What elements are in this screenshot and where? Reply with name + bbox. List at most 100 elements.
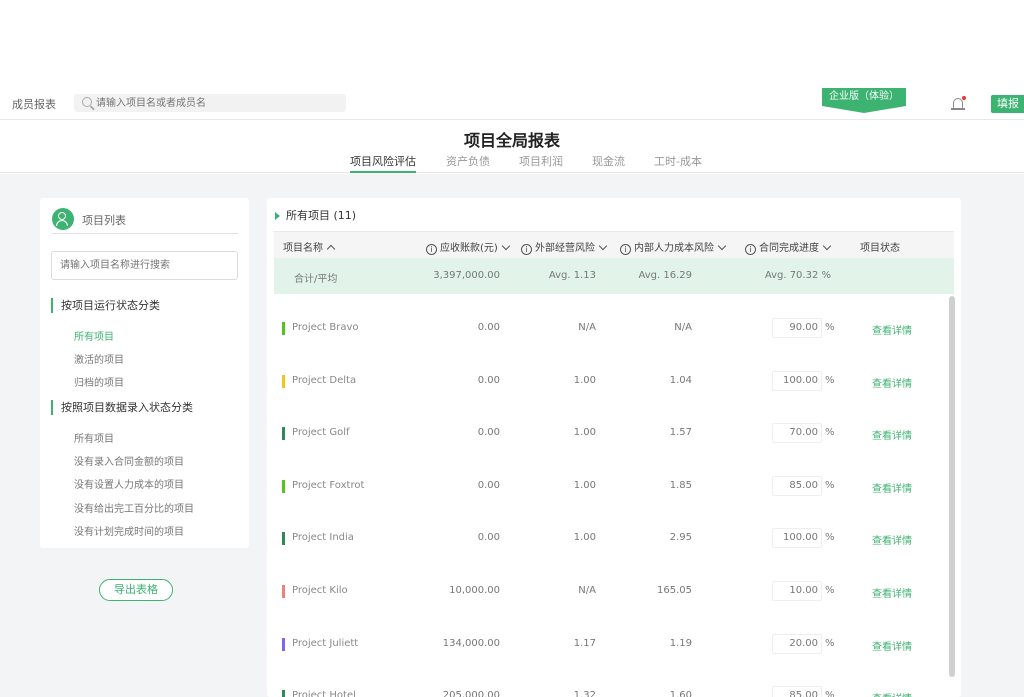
project-color-marker bbox=[282, 637, 285, 651]
external-risk-value: 1.00 bbox=[573, 374, 596, 386]
tab-cash-flow[interactable]: 现金流 bbox=[592, 153, 625, 173]
col-receivable[interactable]: i 应收账款(元) bbox=[426, 239, 511, 255]
project-name[interactable]: Project Foxtrot bbox=[292, 480, 364, 491]
global-search[interactable] bbox=[74, 94, 346, 112]
filter-no-percent[interactable]: 没有给出完工百分比的项目 bbox=[74, 500, 194, 515]
tab-project-profit[interactable]: 项目利润 bbox=[519, 153, 563, 173]
total-internal-risk: Avg. 16.29 bbox=[638, 270, 692, 281]
project-name[interactable]: Project Juliett bbox=[292, 638, 358, 649]
progress-input[interactable]: 100.00 bbox=[772, 370, 822, 391]
export-table-button[interactable]: 导出表格 bbox=[99, 579, 173, 601]
filter-all-projects-2[interactable]: 所有项目 bbox=[74, 430, 114, 445]
group-data-status: 按照项目数据录入状态分类 bbox=[51, 400, 193, 415]
total-row: 合计/平均 3,397,000.00 Avg. 1.13 Avg. 16.29 … bbox=[274, 258, 954, 294]
progress-input[interactable]: 90.00 bbox=[772, 318, 822, 338]
filter-no-contract[interactable]: 没有录入合同金额的项目 bbox=[74, 453, 184, 468]
filter-all-projects[interactable]: 所有项目 bbox=[74, 328, 114, 343]
col-progress[interactable]: i 合同完成进度 bbox=[745, 239, 832, 255]
project-name[interactable]: Project Delta bbox=[292, 375, 356, 386]
project-color-marker bbox=[282, 322, 285, 335]
view-details-link[interactable]: 查看详情 bbox=[872, 532, 912, 547]
receivable-value: 0.00 bbox=[477, 479, 500, 491]
info-icon[interactable]: i bbox=[521, 244, 532, 255]
external-risk-value: 1.00 bbox=[573, 532, 596, 544]
total-label: 合计/平均 bbox=[294, 274, 338, 285]
external-risk-value: 1.17 bbox=[573, 637, 596, 649]
project-name[interactable]: Project Kilo bbox=[292, 585, 348, 596]
percent-sign: % bbox=[825, 637, 835, 649]
percent-sign: % bbox=[825, 427, 835, 439]
table-row: Project Foxtrot 0.00 1.00 1.85 85.00% 查看详情 bbox=[274, 460, 946, 512]
project-color-marker bbox=[282, 374, 285, 388]
progress-input[interactable]: 20.00 bbox=[772, 633, 822, 654]
view-details-link[interactable]: 查看详情 bbox=[872, 375, 912, 390]
external-risk-value: N/A bbox=[578, 585, 596, 596]
sort-icon[interactable] bbox=[717, 241, 727, 251]
global-search-input[interactable] bbox=[96, 96, 336, 110]
view-details-link[interactable]: 查看详情 bbox=[872, 585, 912, 600]
progress-input[interactable]: 70.00 bbox=[772, 423, 822, 444]
table-heading: 所有项目 (11) bbox=[275, 207, 356, 223]
receivable-value: 0.00 bbox=[477, 427, 500, 439]
edition-ribbon[interactable]: 企业版（体验） bbox=[822, 88, 906, 114]
project-name[interactable]: Project Bravo bbox=[292, 322, 359, 333]
view-details-link[interactable]: 查看详情 bbox=[872, 427, 912, 442]
info-icon[interactable]: i bbox=[426, 244, 437, 255]
sidebar-header: 项目列表 bbox=[52, 208, 238, 234]
filter-active-projects[interactable]: 激活的项目 bbox=[74, 351, 124, 366]
col-internal-risk[interactable]: i 内部人力成本风险 bbox=[620, 239, 727, 255]
sort-icon[interactable] bbox=[598, 241, 608, 251]
scrollbar[interactable] bbox=[949, 296, 955, 677]
project-search[interactable] bbox=[51, 251, 238, 280]
caret-right-icon bbox=[275, 212, 280, 220]
table-row: Project Kilo 10,000.00 N/A 165.05 10.00% 查看详情 bbox=[274, 565, 946, 617]
view-details-link[interactable]: 查看详情 bbox=[872, 690, 912, 697]
info-icon[interactable]: i bbox=[620, 244, 631, 255]
filter-no-labor-cost[interactable]: 没有设置人力成本的项目 bbox=[74, 476, 184, 491]
external-risk-value: 1.00 bbox=[573, 479, 596, 491]
internal-risk-value: 1.85 bbox=[669, 479, 692, 491]
view-details-link[interactable]: 查看详情 bbox=[872, 480, 912, 495]
external-risk-value: 1.32 bbox=[573, 690, 596, 697]
fill-report-button[interactable]: 填报 bbox=[991, 95, 1024, 113]
tab-hours-cost[interactable]: 工时-成本 bbox=[654, 153, 702, 173]
bell-icon[interactable] bbox=[950, 96, 966, 112]
filter-archived-projects[interactable]: 归档的项目 bbox=[74, 374, 124, 389]
progress-input[interactable]: 85.00 bbox=[772, 686, 822, 697]
member-report-link[interactable]: 成员报表 bbox=[12, 96, 56, 112]
progress-input[interactable]: 10.00 bbox=[772, 581, 822, 601]
sidebar-title: 项目列表 bbox=[82, 214, 126, 227]
group-run-status: 按项目运行状态分类 bbox=[51, 298, 160, 313]
tab-risk-assessment[interactable]: 项目风险评估 bbox=[350, 153, 416, 173]
report-header: 项目全局报表 项目风险评估 资产负债 项目利润 现金流 工时-成本 bbox=[0, 121, 1024, 173]
internal-risk-value: 1.04 bbox=[669, 374, 692, 386]
receivable-value: 0.00 bbox=[477, 532, 500, 544]
sort-icon[interactable] bbox=[822, 241, 832, 251]
internal-risk-value: 1.19 bbox=[669, 637, 692, 649]
project-color-marker bbox=[282, 585, 285, 598]
project-name[interactable]: Project Hotel bbox=[292, 690, 356, 697]
project-name[interactable]: Project India bbox=[292, 532, 354, 543]
tab-balance-sheet[interactable]: 资产负债 bbox=[446, 153, 490, 173]
total-progress: Avg. 70.32 % bbox=[764, 270, 831, 281]
project-name[interactable]: Project Golf bbox=[292, 427, 350, 438]
project-color-marker bbox=[282, 532, 285, 546]
info-icon[interactable]: i bbox=[745, 244, 756, 255]
percent-sign: % bbox=[825, 374, 835, 386]
project-search-input[interactable] bbox=[52, 252, 232, 278]
sort-icon[interactable] bbox=[501, 241, 511, 251]
project-sidebar: 项目列表 按项目运行状态分类 所有项目 激活的项目 归档的项目 按照项目数据录入… bbox=[40, 198, 249, 548]
receivable-value: 0.00 bbox=[477, 374, 500, 386]
internal-risk-value: 165.05 bbox=[657, 585, 692, 596]
sort-asc-icon[interactable] bbox=[326, 244, 336, 254]
progress-input[interactable]: 100.00 bbox=[772, 528, 822, 549]
view-details-link[interactable]: 查看详情 bbox=[872, 322, 912, 337]
progress-input[interactable]: 85.00 bbox=[772, 475, 822, 496]
col-external-risk[interactable]: i 外部经营风险 bbox=[521, 239, 608, 255]
table-row: Project India 0.00 1.00 2.95 100.00% 查看详情 bbox=[274, 512, 946, 564]
project-color-marker bbox=[282, 427, 285, 441]
project-table-panel: 所有项目 (11) 项目名称 i 应收账款(元) i 外部经营风险 i 内部人力成本风… bbox=[267, 198, 961, 697]
filter-no-deadline[interactable]: 没有计划完成时间的项目 bbox=[74, 523, 184, 538]
col-project-name[interactable]: 项目名称 bbox=[283, 239, 336, 254]
view-details-link[interactable]: 查看详情 bbox=[872, 638, 912, 653]
